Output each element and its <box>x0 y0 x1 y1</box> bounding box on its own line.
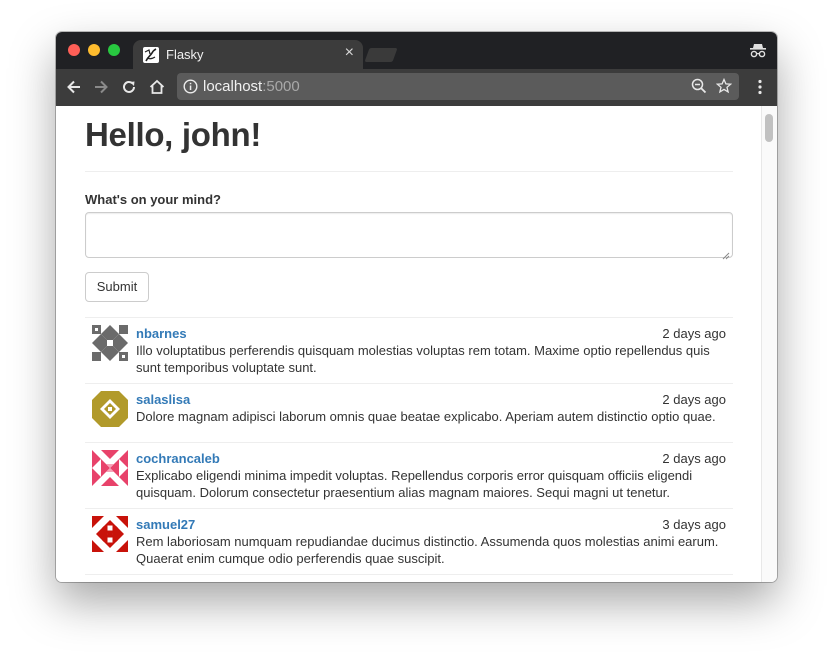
post-body: Illo voluptatibus perferendis quisquam m… <box>136 343 710 375</box>
incognito-icon[interactable] <box>749 41 767 59</box>
page-viewport: Hello, john! What's on your mind? Submit <box>56 106 761 582</box>
post-textarea[interactable] <box>85 212 733 260</box>
info-icon[interactable] <box>183 79 198 94</box>
browser-toolbar: localhost:5000 <box>56 69 777 107</box>
minimize-window-button[interactable] <box>88 44 100 56</box>
title-bar: Flasky × <box>56 32 777 69</box>
tab-flasky[interactable]: Flasky × <box>133 40 363 69</box>
resize-handle-icon[interactable] <box>722 247 730 260</box>
post-author-link[interactable]: cochrancaleb <box>136 451 220 466</box>
bookmark-star-icon[interactable] <box>715 77 733 94</box>
vertical-scrollbar[interactable] <box>761 106 777 582</box>
post-date: 2 days ago <box>662 326 726 341</box>
avatar[interactable] <box>92 450 128 486</box>
close-window-button[interactable] <box>68 44 80 56</box>
post-body: Explicabo eligendi minima impedit volupt… <box>136 468 693 500</box>
post-date: 2 days ago <box>662 451 726 466</box>
maximize-window-button[interactable] <box>108 44 120 56</box>
url-port: :5000 <box>262 78 300 95</box>
post-body: Rem laboriosam numquam repudiandae ducim… <box>136 534 719 566</box>
new-tab-button[interactable] <box>364 48 398 62</box>
post-author-link[interactable]: salaslisa <box>136 392 190 407</box>
post-item: cochrancaleb 2 days ago Explicabo eligen… <box>85 443 733 508</box>
post-item: nbarnes 2 days ago Illo voluptatibus per… <box>85 318 733 383</box>
forward-arrow-icon[interactable] <box>92 78 110 96</box>
post-author-link[interactable]: samuel27 <box>136 517 195 532</box>
scrollbar-thumb[interactable] <box>765 114 773 142</box>
close-tab-icon[interactable]: × <box>345 45 354 61</box>
avatar[interactable] <box>92 516 128 552</box>
post-body: Dolore magnam adipisci laborum omnis qua… <box>136 409 716 424</box>
avatar[interactable] <box>92 325 128 361</box>
address-bar[interactable]: localhost:5000 <box>177 73 739 100</box>
avatar[interactable] <box>92 391 128 427</box>
zoom-out-icon[interactable] <box>691 78 707 94</box>
back-arrow-icon[interactable] <box>65 78 83 96</box>
url-host: localhost <box>203 78 263 95</box>
header-divider <box>85 171 733 172</box>
submit-button[interactable]: Submit <box>85 272 149 302</box>
url-text[interactable]: localhost:5000 <box>203 78 300 95</box>
page-title: Hello, john! <box>85 116 262 153</box>
post-author-link[interactable]: nbarnes <box>136 326 187 341</box>
post-date: 2 days ago <box>662 392 726 407</box>
post-item: salaslisa 2 days ago Dolore magnam adipi… <box>85 384 733 442</box>
post-item: samuel27 3 days ago Rem laboriosam numqu… <box>85 509 733 574</box>
tab-title: Flasky <box>166 47 204 62</box>
reload-icon[interactable] <box>120 78 138 96</box>
post-date: 3 days ago <box>662 517 726 532</box>
post-form-label: What's on your mind? <box>85 192 221 207</box>
browser-window: Flasky × localhost:5000 Hello, john! Wha… <box>56 32 777 582</box>
post-divider <box>85 574 733 575</box>
flask-favicon-icon <box>143 47 159 63</box>
more-menu-icon[interactable] <box>751 78 769 96</box>
home-icon[interactable] <box>148 78 166 96</box>
